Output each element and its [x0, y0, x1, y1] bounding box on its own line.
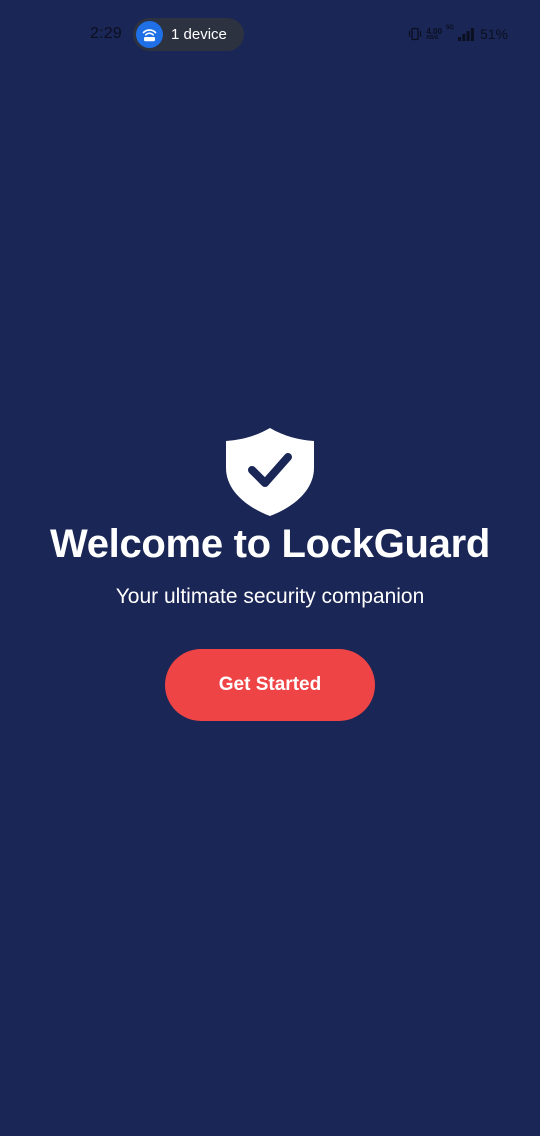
- page-subtitle: Your ultimate security companion: [115, 585, 425, 608]
- wifi-router-icon: [136, 21, 163, 48]
- network-speed: 4.00 KB/S: [426, 27, 442, 41]
- vibrate-icon: [408, 27, 422, 41]
- shield-check-icon: [224, 426, 316, 518]
- get-started-button[interactable]: Get Started: [165, 649, 375, 721]
- signal-strength-icon: [457, 27, 474, 41]
- network-speed-unit: KB/S: [426, 34, 439, 41]
- status-icons: 4.00 KB/S 5G 51%: [408, 24, 508, 44]
- battery-level: 51%: [479, 26, 508, 42]
- network-type: 5G: [445, 25, 454, 31]
- hotspot-label: 1 device: [171, 26, 227, 43]
- hotspot-indicator[interactable]: 1 device: [133, 18, 244, 51]
- page-title: Welcome to LockGuard: [49, 522, 491, 566]
- status-bar: 2:29 1 device 4.00 KB/S 5G 51%: [0, 0, 540, 70]
- status-time: 2:29: [90, 25, 122, 42]
